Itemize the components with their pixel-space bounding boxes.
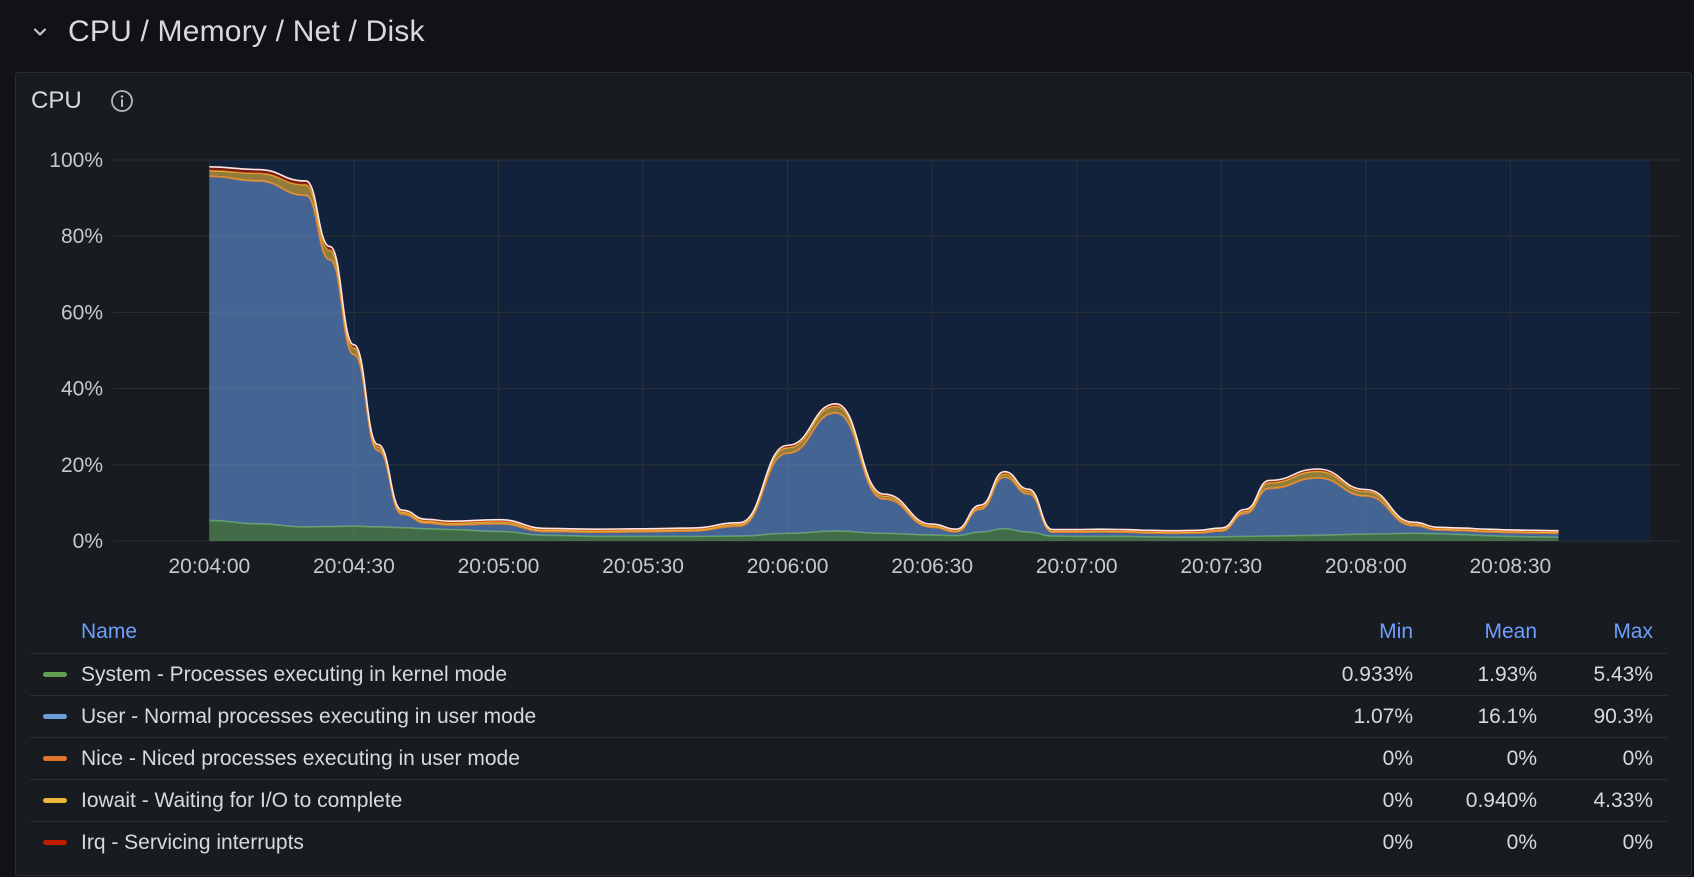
legend-row-nice[interactable]: Nice - Niced processes executing in user…: [30, 738, 1667, 780]
legend-table: Name Min Mean Max System - Processes exe…: [30, 611, 1667, 877]
x-tick-label: 20:05:30: [602, 555, 684, 578]
y-tick-label: 40%: [61, 378, 103, 401]
legend-row-max: 0%: [1622, 746, 1653, 770]
row-header[interactable]: CPU / Memory / Net / Disk: [0, 0, 1694, 64]
y-tick-label: 80%: [61, 225, 103, 248]
legend-row-system[interactable]: System - Processes executing in kernel m…: [30, 654, 1667, 696]
y-tick-label: 20%: [61, 454, 103, 477]
row-title: CPU / Memory / Net / Disk: [68, 15, 425, 48]
chevron-down-icon[interactable]: [30, 22, 50, 42]
legend-header: Name Min Mean Max: [30, 611, 1667, 654]
legend-row-iowait[interactable]: Iowait - Waiting for I/O to complete 0% …: [30, 780, 1667, 822]
legend-header-max[interactable]: Max: [1537, 620, 1667, 644]
x-tick-label: 20:06:30: [891, 555, 973, 578]
legend-swatch[interactable]: [43, 840, 67, 845]
legend-swatch[interactable]: [43, 756, 67, 761]
legend-row-mean: 1.93%: [1477, 662, 1537, 686]
cpu-panel: CPU 0% 20% 40% 60% 80% 100% 20:04:00 20:04:30 20…: [15, 72, 1692, 876]
plot-data-region: [209, 160, 1650, 541]
legend-header-mean[interactable]: Mean: [1413, 620, 1537, 644]
legend-row-mean: 0%: [1506, 746, 1537, 770]
legend-row-max: 0%: [1622, 830, 1653, 854]
legend-row-name[interactable]: User - Normal processes executing in use…: [81, 705, 536, 729]
legend-row-name[interactable]: Iowait - Waiting for I/O to complete: [81, 789, 402, 813]
x-tick-label: 20:06:00: [747, 555, 829, 578]
legend-swatch[interactable]: [43, 672, 67, 677]
legend-swatch[interactable]: [43, 798, 67, 803]
legend-row-name[interactable]: System - Processes executing in kernel m…: [81, 663, 507, 687]
legend-row-min: 0%: [1382, 830, 1413, 854]
legend-swatch[interactable]: [43, 714, 67, 719]
legend-row-name[interactable]: Irq - Servicing interrupts: [81, 831, 304, 855]
y-tick-label: 60%: [61, 301, 103, 324]
legend-row-max: 5.43%: [1593, 662, 1653, 686]
legend-row-max: 90.3%: [1593, 704, 1653, 728]
x-tick-label: 20:08:30: [1469, 555, 1551, 578]
legend-row-min: 0%: [1382, 788, 1413, 812]
x-tick-label: 20:08:00: [1325, 555, 1407, 578]
legend-row-name[interactable]: Nice - Niced processes executing in user…: [81, 747, 520, 771]
x-tick-label: 20:04:30: [313, 555, 395, 578]
legend-row-min: 0.933%: [1341, 662, 1413, 686]
legend-header-min[interactable]: Min: [1291, 620, 1413, 644]
y-tick-label: 0%: [73, 530, 103, 553]
legend-row-mean: 0.940%: [1465, 788, 1537, 812]
x-tick-label: 20:04:00: [168, 555, 250, 578]
x-tick-label: 20:07:00: [1036, 555, 1118, 578]
legend-row-max: 4.33%: [1593, 788, 1653, 812]
legend-header-name[interactable]: Name: [81, 620, 137, 644]
x-tick-label: 20:07:30: [1180, 555, 1262, 578]
legend-row-min: 0%: [1382, 746, 1413, 770]
legend-row-irq[interactable]: Irq - Servicing interrupts 0% 0% 0%: [30, 822, 1667, 863]
legend-row-mean: 16.1%: [1477, 704, 1537, 728]
x-tick-label: 20:05:00: [458, 555, 540, 578]
cpu-chart[interactable]: 0% 20% 40% 60% 80% 100% 20:04:00 20:04:30 20:05:…: [16, 73, 1691, 613]
y-tick-label: 100%: [49, 149, 103, 172]
legend-row-user[interactable]: User - Normal processes executing in use…: [30, 696, 1667, 738]
legend-row-min: 1.07%: [1353, 704, 1413, 728]
legend-row-mean: 0%: [1506, 830, 1537, 854]
